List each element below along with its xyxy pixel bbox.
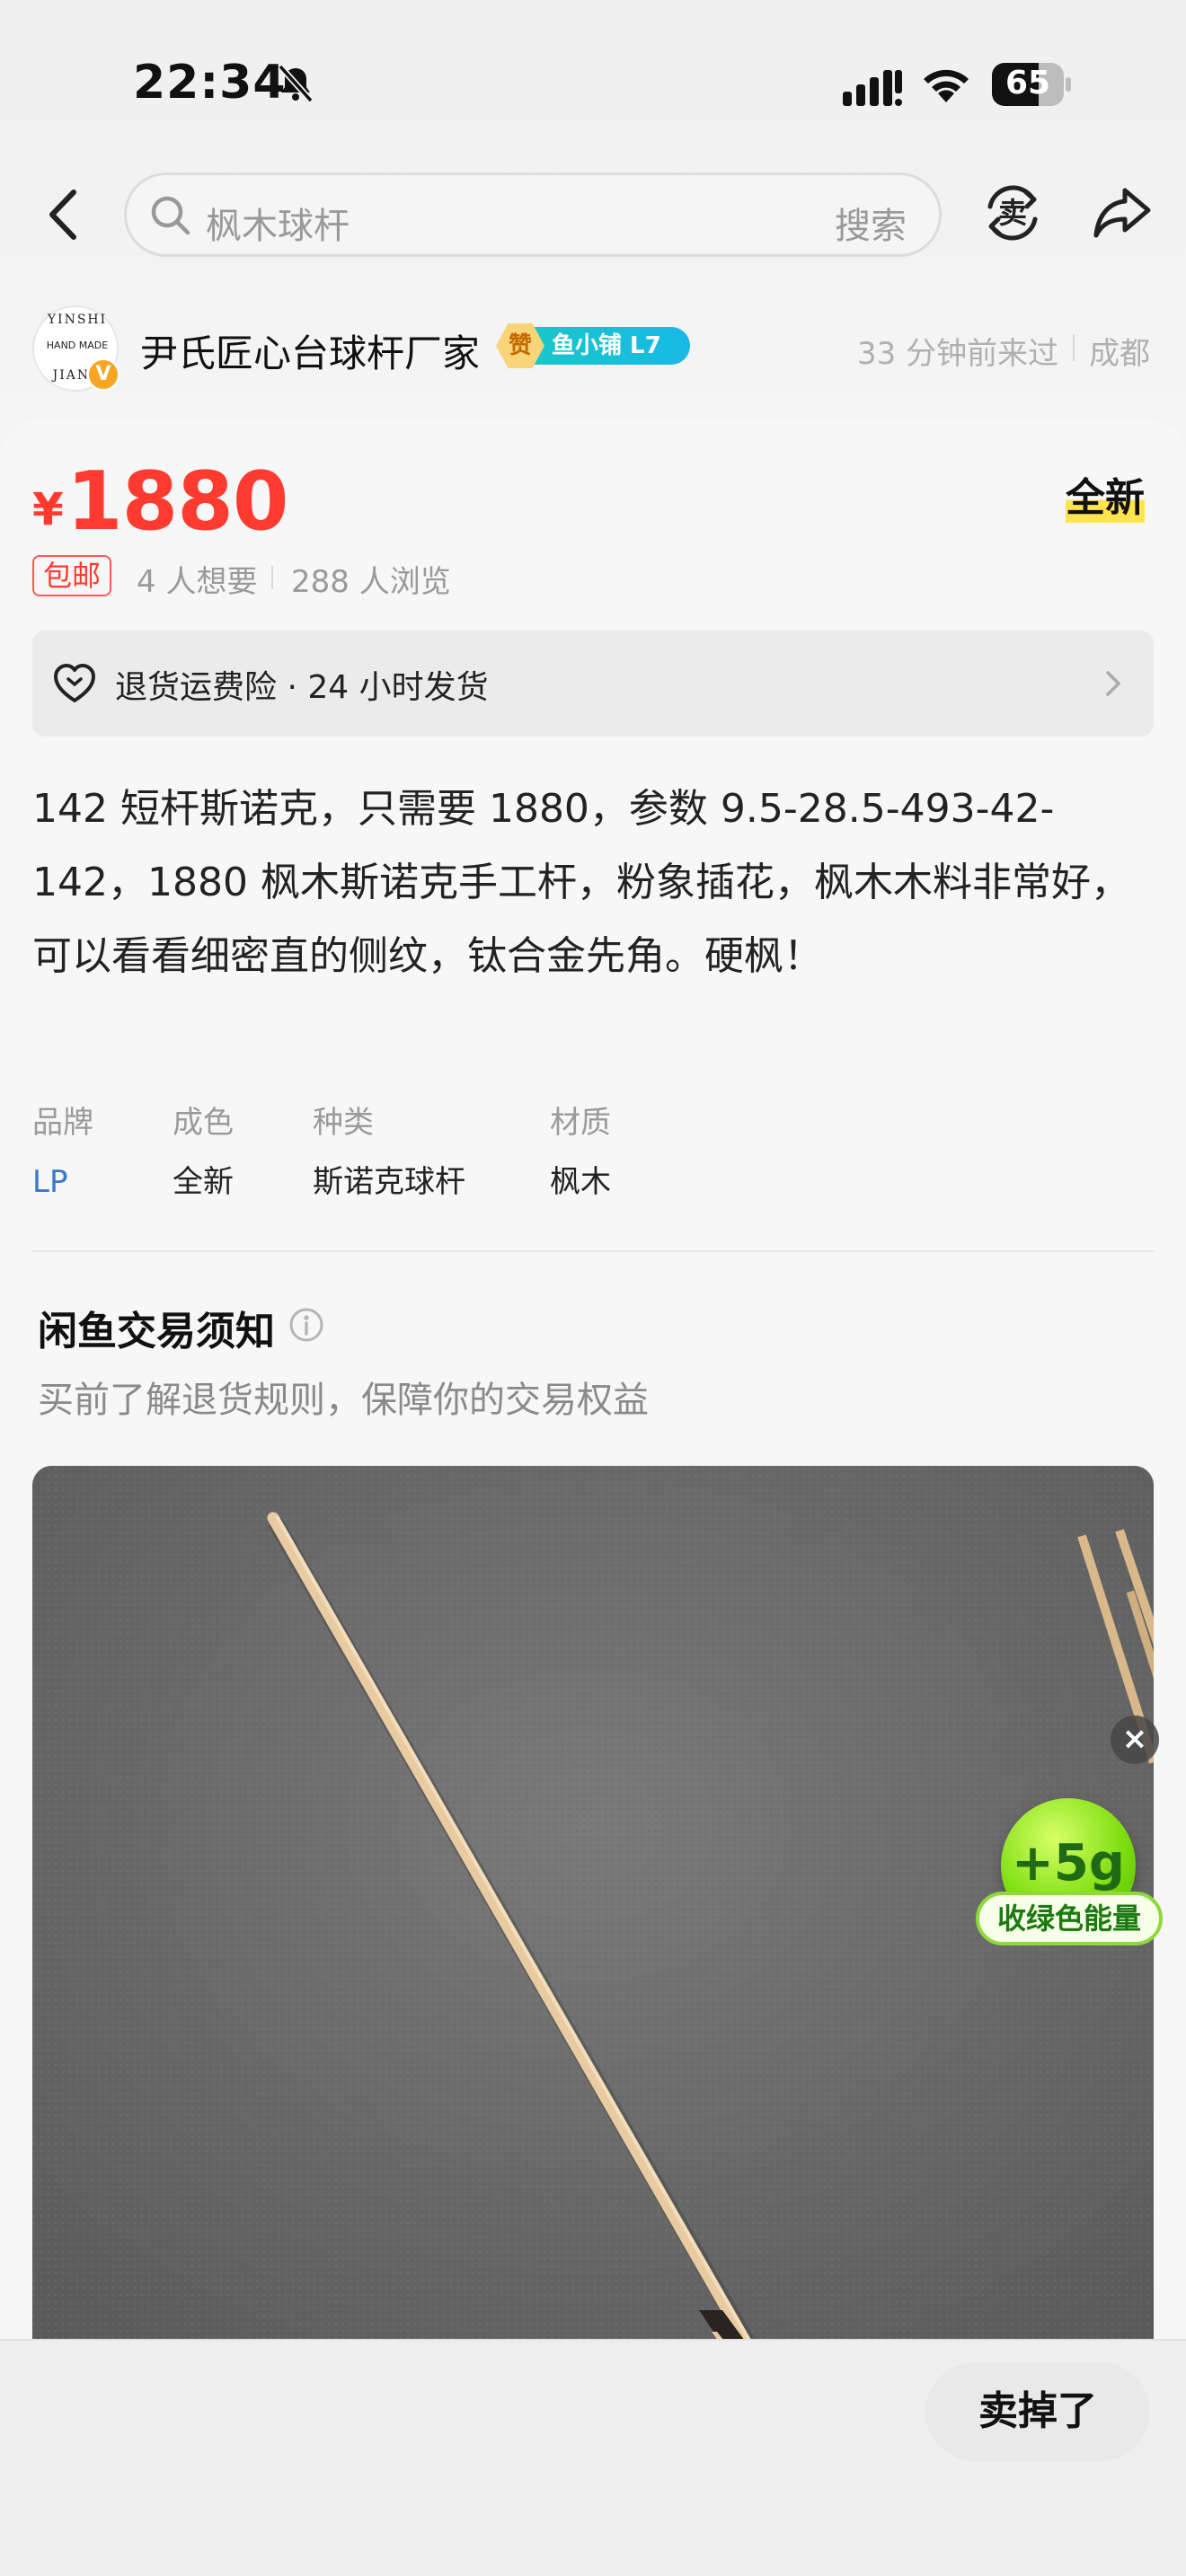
close-icon[interactable]: × [1111,1716,1159,1764]
chevron-right-icon [1106,671,1120,696]
battery-shell: 65 [992,63,1064,106]
battery-nub [1066,77,1071,92]
signal-icon [843,70,902,106]
item-description: 142 短杆斯诺克，只需要 1880，参数 9.5-28.5-493-42-14… [32,786,1130,979]
trade-notice-subtitle: 买前了解退货规则，保障你的交易权益 [38,1380,649,1421]
info-icon[interactable] [288,1306,325,1344]
energy-amount: +5g [1012,1834,1125,1892]
spec-brand: 品牌 LP [32,1096,93,1214]
status-time: 22:34 [133,56,287,110]
shop-level-label: 鱼小铺 L7 [527,327,690,365]
share-icon[interactable] [1089,180,1155,246]
bell-slash-icon [278,64,314,103]
sell-label: 卖 [998,196,1027,230]
search-button[interactable]: 搜索 [835,197,907,249]
price: 1880 [66,454,288,549]
energy-collect-button[interactable]: 收绿色能量 [976,1892,1163,1945]
search-icon [151,196,190,235]
sold-button[interactable]: 卖掉了 [925,2362,1150,2461]
battery-percent: 65 [1005,65,1051,101]
avatar-text-top: YINSHI [47,313,108,327]
spec-value: 枫木 [550,1164,611,1200]
section-divider [32,1250,1154,1252]
seller-avatar[interactable]: YINSHI HAND MADE JIANG V [32,305,120,392]
spec-value: 全新 [173,1164,234,1200]
spec-key: 品牌 [32,1105,93,1141]
heart-shield-icon [54,664,95,702]
avatar-text-middle: HAND MADE [46,340,109,351]
verified-badge: V [86,357,120,392]
view-count: 288 人浏览 [291,564,451,600]
spec-condition: 成色 全新 [173,1096,234,1214]
guarantee-text: 退货运费险 · 24 小时发货 [115,669,489,706]
currency-symbol: ¥ [32,483,64,535]
battery-icon: 65 [992,63,1071,106]
divider [271,566,273,589]
spec-value: 斯诺克球杆 [313,1164,465,1200]
spec-type: 种类 斯诺克球杆 [313,1096,465,1214]
guarantee-row[interactable]: 退货运费险 · 24 小时发货 [32,631,1154,737]
want-count: 4 人想要 [137,564,258,600]
status-bar: 22:34 65 [0,0,1186,171]
spec-value-link[interactable]: LP [32,1150,93,1214]
spec-key: 种类 [313,1105,374,1141]
spec-key: 材质 [550,1105,611,1141]
free-shipping-tag: 包邮 [32,555,112,596]
condition-badge: 全新 [1066,465,1145,523]
spec-material: 材质 枫木 [550,1096,611,1214]
search-input[interactable]: 枫木球杆 [206,197,350,249]
seller-last-seen: 33 分钟前来过 [857,336,1059,372]
divider [1073,334,1075,361]
search-bar[interactable]: 枫木球杆 搜索 [124,172,942,257]
green-energy-widget[interactable]: +5g 收绿色能量 [976,1787,1163,1958]
spec-key: 成色 [173,1105,234,1141]
seller-city: 成都 [1089,336,1150,372]
product-page: 22:34 65 枫木球杆 搜索 卖 YINSHI HAND MADE JIAN… [0,0,1186,2576]
wifi-icon [924,69,969,102]
back-arrow-icon[interactable] [40,183,90,246]
seller-name[interactable]: 尹氏匠心台球杆厂家 [140,323,480,378]
shop-level-badge[interactable]: 赞 鱼小铺 L7 [496,323,690,368]
spec-table: 品牌 LP 成色 全新 种类 斯诺克球杆 材质 枫木 [32,1096,1155,1204]
sell-icon[interactable]: 卖 [979,180,1046,246]
trade-notice-title[interactable]: 闲鱼交易须知 [38,1299,275,1356]
